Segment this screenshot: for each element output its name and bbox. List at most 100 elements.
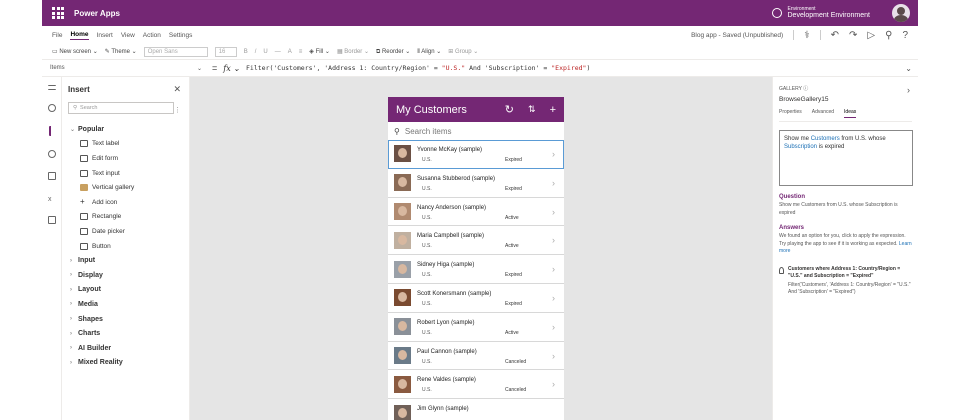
chevron-right-icon[interactable]: › xyxy=(552,178,555,188)
underline-icon[interactable]: U xyxy=(263,49,267,55)
font-color-icon[interactable]: A xyxy=(288,49,292,55)
gallery-row[interactable]: Robert Lyon (sample) U.S. Active › xyxy=(388,313,564,342)
subscription-status: Expired xyxy=(505,157,522,163)
chevron-right-icon[interactable]: › xyxy=(552,379,555,389)
menu-settings[interactable]: Settings xyxy=(169,32,193,39)
sort-icon[interactable]: ⇅ xyxy=(528,104,536,115)
screen-title: My Customers xyxy=(396,103,467,116)
gallery-row[interactable]: Yvonne McKay (sample) U.S. Expired › xyxy=(388,140,564,169)
menu-file[interactable]: File xyxy=(52,32,62,39)
menu-insert[interactable]: Insert xyxy=(97,32,113,39)
tab-advanced[interactable]: Advanced xyxy=(812,109,834,118)
control-name[interactable]: BrowseGallery15 xyxy=(779,96,912,103)
category-popular[interactable]: ⌄ Popular xyxy=(68,122,183,137)
close-icon[interactable]: ✕ xyxy=(173,84,181,95)
font-size-input[interactable]: 16 xyxy=(214,46,237,57)
gallery-row[interactable]: Scott Konersmann (sample) U.S. Expired › xyxy=(388,284,564,313)
environment-picker[interactable]: Environment Development Environment xyxy=(771,6,870,20)
gallery-row[interactable]: Nancy Anderson (sample) U.S. Active › xyxy=(388,198,564,227)
chevron-right-icon[interactable]: › xyxy=(552,207,555,217)
theme-button[interactable]: ✎ Theme ⌄ xyxy=(105,48,137,55)
fill-button[interactable]: ◈ Fill ⌄ xyxy=(309,48,330,55)
chevron-right-icon[interactable]: › xyxy=(907,85,910,95)
chevron-right-icon: › xyxy=(70,272,72,279)
ideas-query-input[interactable]: Show me Customers from U.S. whose Subscr… xyxy=(779,130,913,186)
gallery-row[interactable]: Jim Glynn (sample) xyxy=(388,399,564,420)
menu-bar: File Home Insert View Action Settings Bl… xyxy=(42,26,918,44)
reorder-button[interactable]: ⧉ Reorder ⌄ xyxy=(376,48,410,56)
gallery-row[interactable]: Rene Valdes (sample) U.S. Canceled › xyxy=(388,370,564,400)
italic-icon[interactable]: / xyxy=(255,49,257,55)
border-button[interactable]: ▦ Border ⌄ xyxy=(337,48,369,55)
gallery-search-input[interactable]: ⚲ Search items xyxy=(388,122,564,140)
app-checker-icon[interactable]: ⚕ xyxy=(804,30,809,41)
chevron-right-icon[interactable]: › xyxy=(552,149,555,159)
property-dropdown[interactable]: Items ⌄ xyxy=(46,62,206,75)
insert-text-input[interactable]: Text input xyxy=(68,166,183,181)
category-mixed-reality[interactable]: › Mixed Reality xyxy=(68,356,183,371)
category-ai-builder[interactable]: › AI Builder xyxy=(68,341,183,356)
redo-icon[interactable]: ↷ xyxy=(849,30,857,41)
insert-icon[interactable] xyxy=(48,126,55,136)
chevron-right-icon[interactable]: › xyxy=(552,235,555,245)
tools-icon[interactable] xyxy=(47,216,56,224)
gallery-row[interactable]: Susanna Stubberod (sample) U.S. Expired … xyxy=(388,169,564,198)
chevron-right-icon[interactable]: › xyxy=(552,293,555,303)
more-options-icon[interactable]: ⋮ xyxy=(174,106,181,114)
insert-date-picker[interactable]: Date picker xyxy=(68,224,183,239)
data-icon[interactable] xyxy=(47,104,56,112)
database-icon[interactable] xyxy=(47,150,56,158)
insert-rectangle[interactable]: Rectangle xyxy=(68,210,183,225)
category-media[interactable]: › Media xyxy=(68,297,183,312)
chevron-right-icon: › xyxy=(70,359,72,366)
gallery-row[interactable]: Paul Cannon (sample) U.S. Canceled › xyxy=(388,342,564,371)
group-button[interactable]: ⊞ Group ⌄ xyxy=(448,48,478,55)
insert-text-label[interactable]: Text label xyxy=(68,137,183,152)
app-screen[interactable]: My Customers ↻ ⇅ + ⚲ Search items Yvonne… xyxy=(388,97,564,420)
user-avatar[interactable] xyxy=(892,4,910,22)
category-charts[interactable]: › Charts xyxy=(68,326,183,341)
chevron-right-icon[interactable]: › xyxy=(552,264,555,274)
category-layout[interactable]: › Layout xyxy=(68,283,183,298)
tab-ideas[interactable]: Ideas xyxy=(844,109,857,118)
strikethrough-icon[interactable]: — xyxy=(275,49,281,55)
add-icon[interactable]: + xyxy=(550,104,556,116)
insert-button[interactable]: Button xyxy=(68,239,183,254)
bold-icon[interactable]: B xyxy=(244,49,248,55)
share-icon[interactable]: ⚲ xyxy=(885,30,892,41)
chevron-right-icon[interactable]: › xyxy=(552,322,555,332)
gallery-row[interactable]: Sidney Higa (sample) U.S. Expired › xyxy=(388,255,564,284)
insert-add-icon[interactable]: + Add icon xyxy=(68,195,183,210)
font-select[interactable]: Open Sans xyxy=(143,46,208,57)
tab-properties[interactable]: Properties xyxy=(779,109,802,118)
tree-view-icon[interactable] xyxy=(47,85,56,90)
menu-action[interactable]: Action xyxy=(143,32,161,39)
text-align-icon[interactable]: ≡ xyxy=(299,49,303,55)
formula-suggestion[interactable]: Customers where Address 1: Country/Regio… xyxy=(779,266,912,296)
category-display[interactable]: › Display xyxy=(68,268,183,283)
fx-icon[interactable]: fx ⌄ xyxy=(223,64,240,73)
menu-home[interactable]: Home xyxy=(70,31,89,40)
expand-formula-icon[interactable]: ⌄ xyxy=(905,64,912,73)
refresh-icon[interactable]: ↻ xyxy=(505,103,514,116)
chevron-right-icon[interactable]: › xyxy=(552,351,555,361)
insert-vertical-gallery[interactable]: Vertical gallery xyxy=(68,180,183,195)
align-button[interactable]: ⫴ Align ⌄ xyxy=(417,48,441,56)
variables-icon[interactable]: x xyxy=(48,194,56,203)
help-icon[interactable]: ? xyxy=(902,30,908,41)
undo-icon[interactable]: ↶ xyxy=(831,30,839,41)
menu-view[interactable]: View xyxy=(121,32,135,39)
insert-search-input[interactable]: ⚲ Search xyxy=(68,102,174,114)
play-icon[interactable]: ▷ xyxy=(867,30,875,41)
chevron-right-icon: › xyxy=(70,316,72,323)
new-screen-button[interactable]: ▭ New screen ⌄ xyxy=(52,48,98,55)
category-input[interactable]: › Input xyxy=(68,253,183,268)
control-type-label: GALLERY ⓘ xyxy=(779,86,809,92)
gallery-row[interactable]: Maria Campbell (sample) U.S. Active › xyxy=(388,226,564,256)
insert-edit-form[interactable]: Edit form xyxy=(68,151,183,166)
media-icon[interactable] xyxy=(47,172,56,180)
category-shapes[interactable]: › Shapes xyxy=(68,312,183,327)
help-icon[interactable]: ⓘ xyxy=(803,86,808,92)
app-launcher-icon[interactable] xyxy=(50,5,66,21)
formula-input[interactable]: Filter('Customers', 'Address 1: Country/… xyxy=(246,64,590,72)
